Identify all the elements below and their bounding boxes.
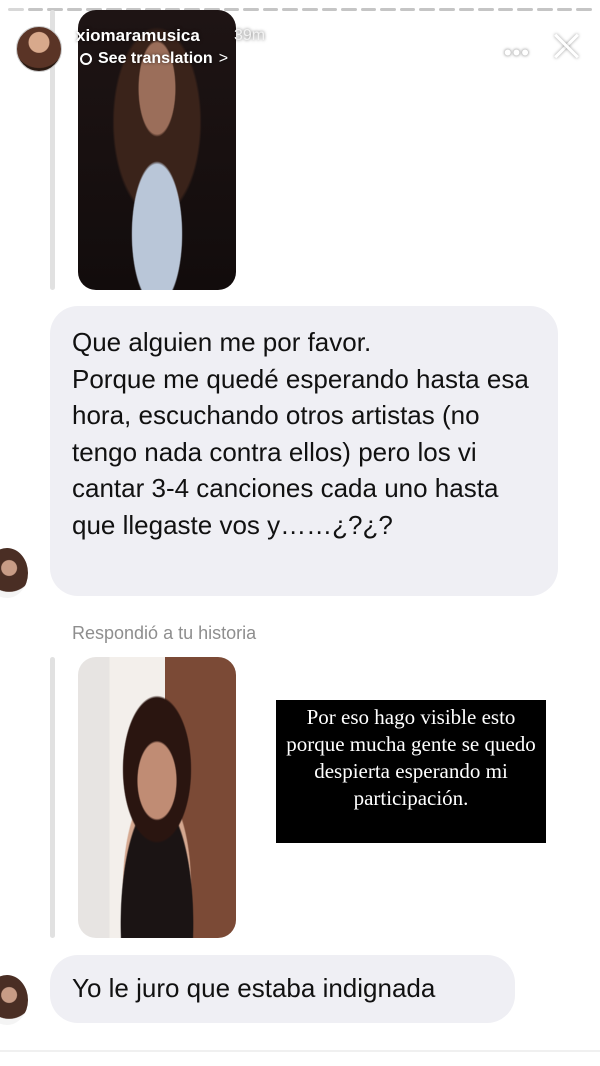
progress-segment xyxy=(66,8,83,11)
see-translation-link[interactable]: See translation > xyxy=(80,50,228,68)
globe-icon xyxy=(80,53,92,65)
progress-segment xyxy=(341,8,357,11)
progress-segment xyxy=(537,8,553,11)
progress-segment xyxy=(556,8,573,11)
progress-segment xyxy=(262,8,279,11)
progress-segment xyxy=(497,8,514,11)
story-reply-thumbnail[interactable] xyxy=(78,657,236,938)
progress-segment xyxy=(419,8,436,11)
progress-segment xyxy=(399,8,416,11)
progress-segment xyxy=(8,8,24,11)
message-bubble: Que alguien me por favor. Porque me qued… xyxy=(50,306,558,596)
replied-to-story-label: Respondió a tu historia xyxy=(72,623,257,643)
more-options-icon[interactable]: ••• xyxy=(504,40,530,66)
close-icon[interactable] xyxy=(550,30,582,62)
chevron-right-icon: > xyxy=(218,50,229,67)
post-time: 39m xyxy=(234,27,266,44)
see-translation-label: See translation xyxy=(98,50,213,67)
message-text: Yo le juro que estaba indignada xyxy=(72,973,436,1003)
progress-segment xyxy=(301,8,318,11)
progress-segment xyxy=(321,8,338,11)
progress-segment xyxy=(458,8,475,11)
sender-avatar[interactable] xyxy=(0,548,28,598)
progress-segment xyxy=(243,8,259,11)
progress-segment xyxy=(360,8,377,11)
progress-segment xyxy=(282,8,298,11)
progress-segment xyxy=(439,8,455,11)
divider xyxy=(0,1050,600,1052)
story-header: xiomaramusica 39m See translation > ••• xyxy=(16,22,588,72)
progress-segment xyxy=(223,8,240,11)
progress-segment xyxy=(380,8,396,11)
progress-segment xyxy=(517,8,534,11)
progress-segment xyxy=(478,8,494,11)
profile-avatar[interactable] xyxy=(16,26,62,72)
message-bubble: Yo le juro que estaba indignada xyxy=(50,955,515,1023)
message-text: Que alguien me por favor. Porque me qued… xyxy=(72,327,529,540)
username[interactable]: xiomaramusica xyxy=(76,26,200,46)
progress-segment xyxy=(576,8,592,11)
reply-indicator-bar xyxy=(50,657,55,938)
sender-avatar[interactable] xyxy=(0,975,28,1025)
progress-segment xyxy=(27,8,44,11)
story-caption-overlay: Por eso hago visible esto porque mucha g… xyxy=(276,700,546,843)
